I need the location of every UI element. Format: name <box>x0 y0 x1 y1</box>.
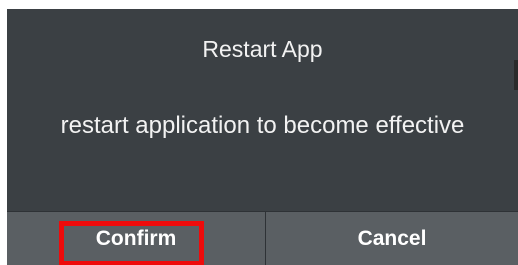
dialog-title: Restart App <box>202 36 323 62</box>
restart-dialog: Restart App restart application to becom… <box>7 9 518 265</box>
dialog-button-bar: Confirm Cancel <box>7 211 518 265</box>
cancel-button[interactable]: Cancel <box>266 212 518 265</box>
dialog-message: restart application to become effective <box>60 112 465 139</box>
background-edge <box>514 60 518 90</box>
confirm-button[interactable]: Confirm <box>7 212 265 265</box>
